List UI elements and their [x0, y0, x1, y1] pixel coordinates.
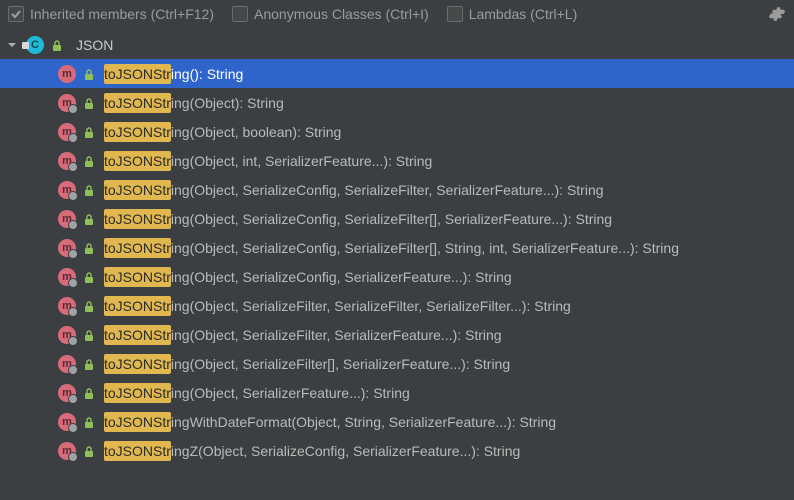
- method-icon: m: [58, 210, 76, 228]
- method-node[interactable]: m toJSONString(Object, SerializeConfig, S…: [0, 262, 794, 291]
- method-icon: m: [58, 326, 76, 344]
- method-icon: m: [58, 152, 76, 170]
- search-highlight: toJSONStr: [104, 267, 171, 287]
- lock-icon: [82, 444, 96, 458]
- method-icon: m: [58, 239, 76, 257]
- method-signature: ing(Object, SerializeFilter, SerializeFi…: [171, 298, 571, 314]
- method-icon: m: [58, 94, 76, 112]
- method-node[interactable]: m toJSONString(Object, SerializeConfig, S…: [0, 175, 794, 204]
- method-signature: ingZ(Object, SerializeConfig, Serializer…: [171, 443, 520, 459]
- method-signature: ing(Object, boolean): String: [171, 124, 341, 140]
- search-highlight: toJSONStr: [104, 209, 171, 229]
- lock-icon: [82, 299, 96, 313]
- lock-icon: [82, 241, 96, 255]
- method-signature: ing(Object, SerializerFeature...): Strin…: [171, 385, 410, 401]
- checkbox-label: Inherited members (Ctrl+F12): [30, 6, 214, 22]
- method-signature: ing(Object, SerializeFilter[], Serialize…: [171, 356, 510, 372]
- lock-icon: [82, 96, 96, 110]
- method-node[interactable]: m toJSONString(Object, SerializeConfig, S…: [0, 204, 794, 233]
- anonymous-classes-checkbox[interactable]: Anonymous Classes (Ctrl+I): [232, 6, 429, 22]
- method-node[interactable]: m toJSONString(Object, int, SerializerFea…: [0, 146, 794, 175]
- checkbox-label: Anonymous Classes (Ctrl+I): [254, 6, 429, 22]
- method-signature: ing(Object, SerializeConfig, SerializeFi…: [171, 240, 679, 256]
- method-icon: m: [58, 123, 76, 141]
- method-icon: m: [58, 384, 76, 402]
- checkbox-icon: [8, 6, 24, 22]
- search-highlight: toJSONStr: [104, 64, 171, 84]
- method-icon: m: [58, 355, 76, 373]
- method-node[interactable]: m toJSONString(Object): String: [0, 88, 794, 117]
- structure-toolbar: Inherited members (Ctrl+F12) Anonymous C…: [0, 0, 794, 28]
- lock-icon: [82, 125, 96, 139]
- method-icon: m: [58, 442, 76, 460]
- checkbox-icon: [232, 6, 248, 22]
- search-highlight: toJSONStr: [104, 354, 171, 374]
- method-icon: m: [58, 65, 76, 83]
- method-signature: ing(Object, SerializeConfig, SerializeFi…: [171, 182, 604, 198]
- lock-icon: [82, 270, 96, 284]
- method-node[interactable]: m toJSONString(Object, SerializeFilter, S…: [0, 320, 794, 349]
- method-icon: m: [58, 181, 76, 199]
- lock-icon: [50, 38, 64, 52]
- lock-icon: [82, 183, 96, 197]
- search-highlight: toJSONStr: [104, 238, 171, 258]
- search-highlight: toJSONStr: [104, 325, 171, 345]
- checkbox-icon: [447, 6, 463, 22]
- method-signature: ing(Object, SerializeConfig, SerializeFi…: [171, 211, 612, 227]
- class-node[interactable]: C JSON: [0, 30, 794, 59]
- search-highlight: toJSONStr: [104, 122, 171, 142]
- method-node[interactable]: m toJSONStringWithDateFormat(Object, Stri…: [0, 407, 794, 436]
- method-node[interactable]: m toJSONString(): String: [0, 59, 794, 88]
- search-highlight: toJSONStr: [104, 383, 171, 403]
- search-highlight: toJSONStr: [104, 180, 171, 200]
- class-name-label: JSON: [76, 37, 113, 53]
- lock-icon: [82, 386, 96, 400]
- method-node[interactable]: m toJSONString(Object, SerializeFilter[],…: [0, 349, 794, 378]
- method-signature: ing(): String: [171, 66, 243, 82]
- method-node[interactable]: m toJSONStringZ(Object, SerializeConfig, …: [0, 436, 794, 465]
- lambdas-checkbox[interactable]: Lambdas (Ctrl+L): [447, 6, 578, 22]
- method-node[interactable]: m toJSONString(Object, SerializeConfig, S…: [0, 233, 794, 262]
- checkbox-label: Lambdas (Ctrl+L): [469, 6, 578, 22]
- lock-icon: [82, 154, 96, 168]
- search-highlight: toJSONStr: [104, 441, 171, 461]
- method-signature: ingWithDateFormat(Object, String, Serial…: [171, 414, 556, 430]
- chevron-down-icon: [6, 39, 18, 51]
- method-icon: m: [58, 297, 76, 315]
- lock-icon: [82, 328, 96, 342]
- lock-icon: [82, 212, 96, 226]
- method-node[interactable]: m toJSONString(Object, SerializeFilter, S…: [0, 291, 794, 320]
- lock-icon: [82, 415, 96, 429]
- method-signature: ing(Object): String: [171, 95, 284, 111]
- method-signature: ing(Object, SerializeFilter, SerializerF…: [171, 327, 502, 343]
- search-highlight: toJSONStr: [104, 151, 171, 171]
- search-highlight: toJSONStr: [104, 93, 171, 113]
- method-icon: m: [58, 268, 76, 286]
- lock-icon: [82, 67, 96, 81]
- class-icon: C: [26, 36, 44, 54]
- structure-tree[interactable]: C JSON mtoJSONString(): StringmtoJSONStr…: [0, 28, 794, 465]
- inherited-members-checkbox[interactable]: Inherited members (Ctrl+F12): [8, 6, 214, 22]
- lock-icon: [82, 357, 96, 371]
- method-node[interactable]: m toJSONString(Object, SerializerFeature.…: [0, 378, 794, 407]
- search-highlight: toJSONStr: [104, 412, 171, 432]
- method-node[interactable]: m toJSONString(Object, boolean): String: [0, 117, 794, 146]
- search-highlight: toJSONStr: [104, 296, 171, 316]
- method-signature: ing(Object, SerializeConfig, SerializerF…: [171, 269, 512, 285]
- gear-icon[interactable]: [768, 5, 786, 23]
- method-signature: ing(Object, int, SerializerFeature...): …: [171, 153, 432, 169]
- method-icon: m: [58, 413, 76, 431]
